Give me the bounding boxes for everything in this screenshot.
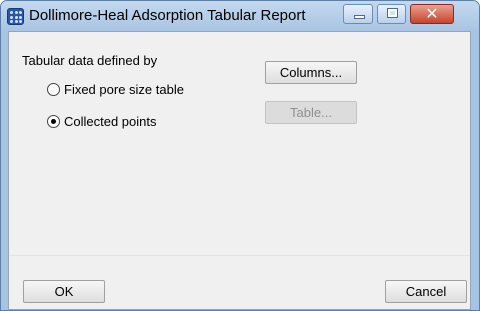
radio-circle[interactable]: [47, 83, 60, 96]
footer-separator: [9, 255, 470, 256]
window-title: Dollimore-Heal Adsorption Tabular Report: [29, 7, 306, 24]
maximize-icon: [387, 8, 398, 18]
table-button[interactable]: Table...: [265, 101, 357, 124]
minimize-button[interactable]: [343, 4, 373, 24]
radio-selected-dot: [51, 119, 56, 124]
close-button[interactable]: ✕: [410, 4, 454, 24]
maximize-button[interactable]: [377, 4, 406, 24]
radio-label: Fixed pore size table: [64, 82, 184, 97]
columns-button[interactable]: Columns...: [265, 61, 357, 84]
ok-button[interactable]: OK: [23, 280, 105, 303]
app-icon[interactable]: [7, 8, 24, 25]
minimize-icon: [355, 16, 364, 18]
radio-label: Collected points: [64, 114, 157, 129]
radio-fixed-pore-size-table[interactable]: Fixed pore size table: [47, 82, 184, 97]
radio-collected-points[interactable]: Collected points: [47, 114, 157, 129]
group-label: Tabular data defined by: [22, 53, 158, 68]
cancel-button[interactable]: Cancel: [385, 280, 467, 303]
title-bar[interactable]: Dollimore-Heal Adsorption Tabular Report…: [1, 1, 479, 31]
dialog-content: Tabular data defined by Fixed pore size …: [8, 31, 471, 310]
radio-circle[interactable]: [47, 115, 60, 128]
close-icon: ✕: [425, 4, 439, 23]
dialog-window: Dollimore-Heal Adsorption Tabular Report…: [0, 0, 480, 311]
